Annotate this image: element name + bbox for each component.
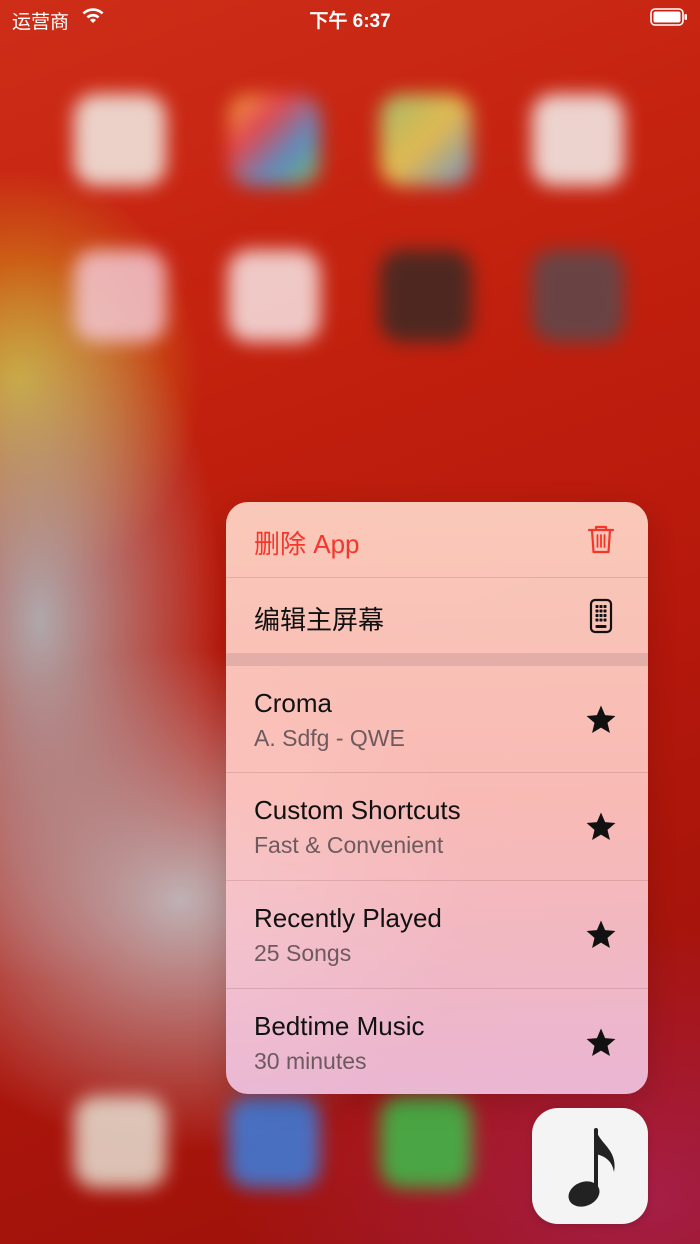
app-context-menu: 删除 App 编辑主屏幕 Croma A. Sdfg - QWE Custom … xyxy=(226,502,648,1094)
blurred-dock-icon xyxy=(228,1096,320,1188)
trash-icon xyxy=(584,522,618,561)
menu-section-divider xyxy=(226,653,648,666)
delete-app-label: 删除 App xyxy=(254,529,360,559)
status-time: 下午 6:37 xyxy=(309,11,391,32)
blurred-dock-icon xyxy=(74,1096,166,1188)
shortcut-subtitle: 25 Songs xyxy=(254,940,352,966)
music-app-icon[interactable] xyxy=(532,1108,648,1224)
blurred-app-icon xyxy=(532,250,624,342)
star-icon xyxy=(584,918,618,957)
shortcut-item-croma[interactable]: Croma A. Sdfg - QWE xyxy=(226,666,648,773)
blurred-app-icon xyxy=(228,250,320,342)
shortcut-subtitle: Fast & Convenient xyxy=(254,832,444,858)
blurred-app-icon xyxy=(532,94,624,186)
shortcut-title: Custom Shortcuts xyxy=(254,795,461,825)
star-icon xyxy=(584,703,618,742)
blurred-app-icon xyxy=(74,250,166,342)
shortcut-subtitle: A. Sdfg - QWE xyxy=(254,725,405,751)
delete-app-item[interactable]: 删除 App xyxy=(226,502,648,578)
music-note-icon xyxy=(568,1128,615,1207)
status-bar: 运营商 下午 6:37 xyxy=(0,0,700,36)
phone-edit-icon xyxy=(584,598,618,639)
shortcut-title: Recently Played xyxy=(254,903,442,933)
blurred-app-icon xyxy=(380,250,472,342)
star-icon xyxy=(584,810,618,849)
star-icon xyxy=(584,1026,618,1065)
blurred-app-icon xyxy=(380,94,472,186)
shortcut-item-custom-shortcuts[interactable]: Custom Shortcuts Fast & Convenient xyxy=(226,773,648,881)
edit-home-screen-item[interactable]: 编辑主屏幕 xyxy=(226,578,648,653)
shortcut-item-recently-played[interactable]: Recently Played 25 Songs xyxy=(226,881,648,989)
shortcut-item-bedtime-music[interactable]: Bedtime Music 30 minutes xyxy=(226,989,648,1094)
blurred-dock-icon xyxy=(380,1096,472,1188)
shortcut-title: Bedtime Music xyxy=(254,1011,425,1041)
battery-icon xyxy=(650,8,688,26)
edit-home-screen-label: 编辑主屏幕 xyxy=(254,605,385,635)
shortcut-subtitle: 30 minutes xyxy=(254,1048,367,1074)
blurred-app-icon xyxy=(228,94,320,186)
blurred-app-icon xyxy=(74,94,166,186)
shortcut-title: Croma xyxy=(254,688,333,718)
